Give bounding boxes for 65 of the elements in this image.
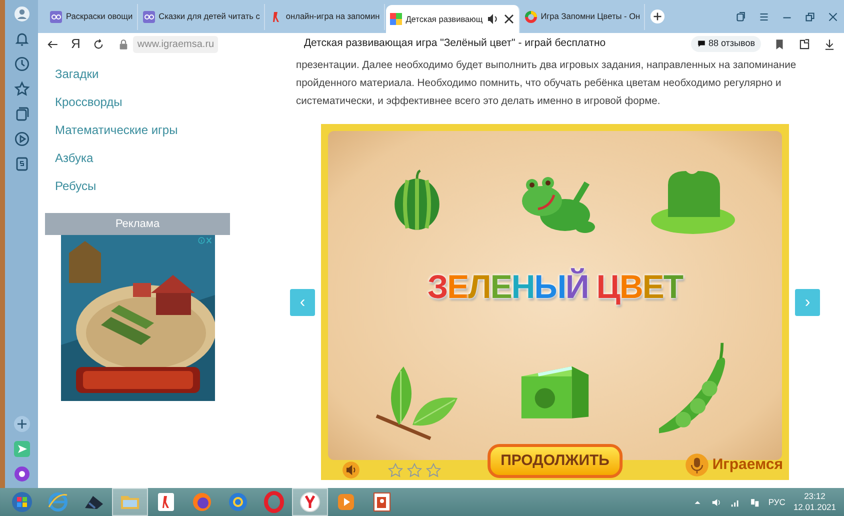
game-logo: Играемся (712, 454, 783, 475)
comment-icon (697, 39, 706, 48)
bell-icon[interactable] (14, 31, 30, 47)
language-indicator[interactable]: РУС (768, 496, 786, 508)
yandex-icon (155, 491, 177, 513)
browser-icon (47, 491, 69, 513)
next-button[interactable]: › (795, 288, 820, 316)
nav-link[interactable]: Азбука (45, 149, 290, 177)
collections-icon[interactable] (14, 106, 30, 122)
game-title: ЗЕЛЕНЫЙ ЦВЕТ (427, 267, 683, 308)
assistant-icon[interactable] (14, 466, 30, 482)
nav-link[interactable]: Кроссворды (45, 93, 290, 121)
volume-icon[interactable] (711, 496, 722, 508)
favicon-icon (50, 10, 62, 22)
browser-tab[interactable]: онлайн-игра на запомин (266, 4, 385, 30)
menu-icon[interactable] (758, 10, 770, 22)
browser-taskbar-button[interactable] (292, 488, 328, 516)
mail-icon (227, 491, 249, 513)
presentation-icon (371, 491, 393, 513)
extensions-icon[interactable] (798, 38, 811, 50)
star-icon[interactable] (14, 81, 30, 97)
reload-icon[interactable] (92, 38, 106, 50)
play-icon[interactable] (14, 131, 30, 147)
speaker-icon[interactable] (342, 461, 360, 479)
nav-link[interactable]: Ребусы (45, 177, 290, 205)
new-tab-icon[interactable] (650, 9, 666, 24)
continue-button[interactable]: ПРОДОЛЖИТЬ (488, 444, 622, 478)
speaker-icon[interactable] (486, 13, 499, 25)
clock-icon[interactable] (14, 56, 30, 72)
page-title: Детская развивающая игра "Зелёный цвет" - играй бесплатно (302, 36, 607, 52)
favicon-icon (142, 10, 155, 22)
microphone-icon[interactable] (685, 453, 710, 477)
download-icon[interactable] (823, 38, 836, 50)
clock-time[interactable]: 23:12 (793, 491, 836, 502)
opera-icon (263, 491, 285, 513)
add-icon[interactable] (14, 416, 30, 432)
money-icon[interactable] (14, 156, 30, 172)
nav-link[interactable]: Математические игры (45, 121, 290, 149)
profile-icon[interactable] (14, 6, 30, 22)
star-icon (407, 462, 422, 478)
favicon-icon (524, 10, 537, 22)
nav-link[interactable]: Загадки (45, 65, 290, 93)
yandex-logo[interactable]: Я (71, 34, 80, 54)
restore-icon[interactable] (804, 10, 816, 22)
browser-tab[interactable]: Детская развивающ (386, 5, 520, 33)
article-text: презентации. Далее необходимо будет выполнить два игровых задания, направленных на запоминание пройденного материала. Необходимо помнить, что обучать ребёнка цветам необходимо регулярно и систематически, и эффективнее всего это делать именно в игровой форме. (296, 59, 798, 109)
send-icon[interactable] (14, 441, 30, 457)
favicon-icon (390, 13, 402, 25)
ad-label: Реклама (45, 213, 230, 235)
firefox-icon (191, 491, 213, 513)
start-icon (11, 491, 33, 513)
network-icon[interactable] (749, 496, 760, 508)
star-icon (388, 462, 403, 478)
star-icon (426, 462, 441, 478)
previous-button[interactable]: ‹ (290, 288, 315, 316)
reviews-button[interactable]: 88 отзывов (691, 36, 761, 52)
close-icon[interactable] (502, 13, 515, 25)
browser-tab[interactable]: Раскраски овощи (46, 4, 138, 30)
clock-date[interactable]: 12.01.2021 (793, 502, 836, 513)
tabs-icon[interactable] (735, 10, 747, 22)
video-player-icon (335, 491, 357, 513)
browser-tab[interactable]: Игра Запомни Цветы - Он (520, 4, 646, 30)
address-field[interactable]: www.igraemsa.ru (133, 36, 218, 52)
browser-icon (299, 491, 321, 513)
browser-tab[interactable]: Сказки для детей читать с (138, 4, 265, 30)
